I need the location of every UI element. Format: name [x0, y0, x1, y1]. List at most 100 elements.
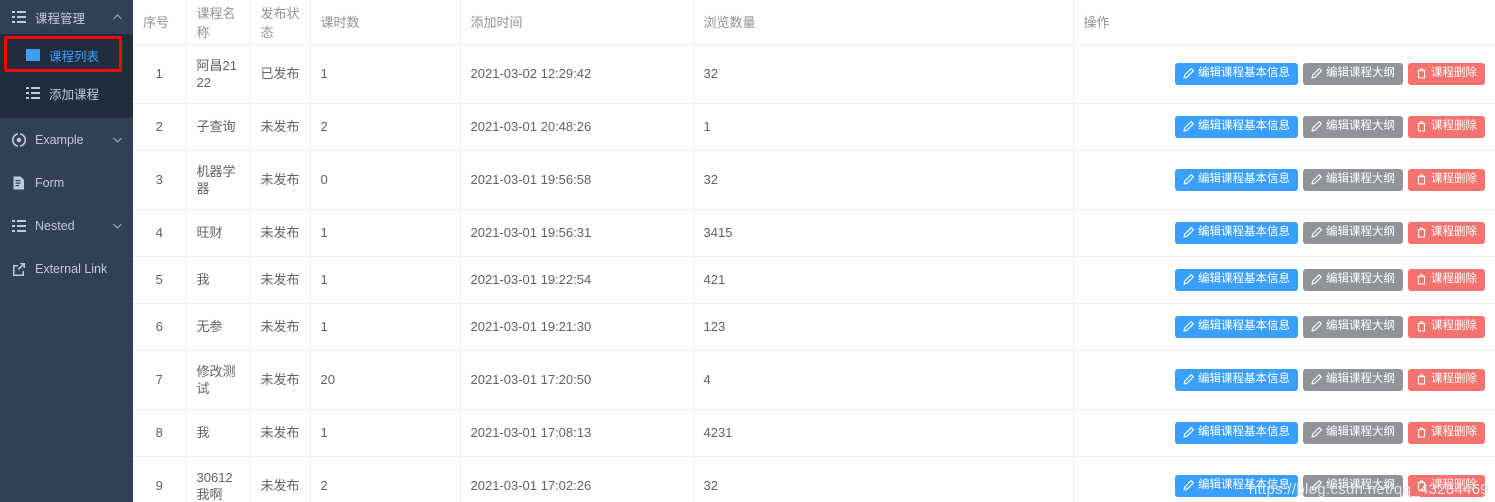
button-label: 编辑课程大纲 [1326, 319, 1395, 332]
table-row: 5 我未发布 1 2021-03-01 19:22:54 421 编辑课程基本信息 编辑课程… [133, 256, 1495, 304]
delete-course-button[interactable]: 课程删除 [1408, 421, 1485, 444]
edit-course-info-button[interactable]: 编辑课程基本信息 [1175, 168, 1298, 191]
button-label: 课程删除 [1431, 319, 1477, 332]
sidebar-item-add-course[interactable]: 添加课程 [0, 74, 133, 112]
edit-course-outline-button[interactable]: 编辑课程大纲 [1303, 62, 1403, 85]
edit-course-outline-button[interactable]: 编辑课程大纲 [1303, 368, 1403, 391]
button-label: 编辑课程基本信息 [1198, 119, 1290, 132]
cell-index: 4 [133, 209, 187, 257]
edit-course-outline-button[interactable]: 编辑课程大纲 [1303, 115, 1403, 138]
button-label: 编辑课程大纲 [1326, 425, 1395, 438]
table-grid-icon [26, 48, 40, 62]
pencil-icon [1311, 374, 1322, 385]
sidebar-group-course-management[interactable]: 课程管理 [0, 0, 133, 34]
chevron-up-icon[interactable] [112, 12, 123, 23]
edit-course-info-button[interactable]: 编辑课程基本信息 [1175, 115, 1298, 138]
delete-course-button[interactable]: 课程删除 [1408, 268, 1485, 291]
edit-course-outline-button[interactable]: 编辑课程大纲 [1303, 315, 1403, 338]
pencil-icon [1183, 68, 1194, 79]
column-header-index: 序号 [133, 0, 187, 45]
edit-course-outline-button[interactable]: 编辑课程大纲 [1303, 221, 1403, 244]
sidebar-item-label: Form [35, 175, 65, 190]
pencil-icon [1183, 174, 1194, 185]
edit-course-info-button[interactable]: 编辑课程基本信息 [1175, 268, 1298, 291]
cell-add-time: 2021-03-02 12:29:42 [460, 44, 694, 104]
column-header-hours: 课时数 [310, 0, 461, 45]
delete-course-button[interactable]: 课程删除 [1408, 474, 1485, 497]
table-row: 7 修改测试 未发布 20 2021-03-01 17:20:50 4 编辑课程基本信息 编辑… [133, 350, 1495, 410]
cell-lesson-count: 1 [310, 303, 461, 351]
cell-publish-state: 未发布 [250, 256, 311, 304]
button-label: 课程删除 [1431, 425, 1477, 438]
table-header-row: 序号 课程名称 发布状态 课时数 添加时间 浏览数量 操作 [133, 0, 1495, 45]
pencil-icon [1311, 174, 1322, 185]
pencil-icon [1183, 321, 1194, 332]
pencil-icon [1183, 427, 1194, 438]
cell-publish-state: 未发布 [250, 103, 311, 151]
edit-course-outline-button[interactable]: 编辑课程大纲 [1303, 268, 1403, 291]
table-row: 1 阿昌2122 已发布 1 2021-03-02 12:29:42 32 编辑课程基本信息… [133, 44, 1495, 104]
cell-operations: 编辑课程基本信息 编辑课程大纲 课程删除 [1073, 209, 1495, 257]
cell-lesson-count: 1 [310, 44, 461, 104]
cell-operations: 编辑课程基本信息 编辑课程大纲 课程删除 [1073, 44, 1495, 104]
sidebar-item-nested[interactable]: Nested [0, 204, 133, 247]
cell-add-time: 2021-03-01 19:22:54 [460, 256, 694, 304]
button-label: 编辑课程基本信息 [1198, 272, 1290, 285]
delete-course-button[interactable]: 课程删除 [1408, 62, 1485, 85]
pencil-icon [1311, 480, 1322, 491]
pencil-icon [1183, 480, 1194, 491]
cell-publish-state: 未发布 [250, 409, 311, 457]
cell-add-time: 2021-03-01 20:48:26 [460, 103, 694, 151]
table-row: 2 子查询 未发布 2 2021-03-01 20:48:26 1 编辑课程基本信息 编辑课程… [133, 103, 1495, 151]
chevron-down-icon[interactable] [112, 220, 123, 231]
button-label: 编辑课程大纲 [1326, 66, 1395, 79]
sidebar-item-external-link[interactable]: External Link [0, 247, 133, 290]
edit-course-outline-button[interactable]: 编辑课程大纲 [1303, 421, 1403, 444]
cell-course-name: 机器学器 [186, 150, 251, 210]
cell-add-time: 2021-03-01 19:21:30 [460, 303, 694, 351]
cell-add-time: 2021-03-01 17:08:13 [460, 409, 694, 457]
main-content: 序号 课程名称 发布状态 课时数 添加时间 浏览数量 操作 1 阿昌2122 已发布… [133, 0, 1495, 502]
sidebar-item-course-list[interactable]: 课程列表 [0, 36, 133, 74]
sidebar-item-label: 添加课程 [49, 87, 100, 102]
delete-course-button[interactable]: 课程删除 [1408, 315, 1485, 338]
edit-course-info-button[interactable]: 编辑课程基本信息 [1175, 221, 1298, 244]
cell-add-time: 2021-03-01 19:56:58 [460, 150, 694, 210]
cell-course-name: 无参 [186, 303, 251, 351]
trash-icon [1416, 274, 1427, 285]
cell-course-name: 30612我啊 [186, 456, 251, 502]
edit-course-info-button[interactable]: 编辑课程基本信息 [1175, 62, 1298, 85]
edit-course-info-button[interactable]: 编辑课程基本信息 [1175, 421, 1298, 444]
edit-course-info-button[interactable]: 编辑课程基本信息 [1175, 474, 1298, 497]
button-label: 课程删除 [1431, 478, 1477, 491]
edit-course-info-button[interactable]: 编辑课程基本信息 [1175, 315, 1298, 338]
cell-view-count: 3415 [693, 209, 1074, 257]
cell-course-name: 旺财 [186, 209, 251, 257]
delete-course-button[interactable]: 课程删除 [1408, 168, 1485, 191]
delete-course-button[interactable]: 课程删除 [1408, 221, 1485, 244]
pencil-icon [1183, 121, 1194, 132]
cell-operations: 编辑课程基本信息 编辑课程大纲 课程删除 [1073, 456, 1495, 502]
button-label: 编辑课程大纲 [1326, 372, 1395, 385]
table-body: 1 阿昌2122 已发布 1 2021-03-02 12:29:42 32 编辑课程基本信息… [133, 44, 1495, 502]
cell-add-time: 2021-03-01 17:02:26 [460, 456, 694, 502]
table-header: 序号 课程名称 发布状态 课时数 添加时间 浏览数量 操作 [133, 0, 1495, 45]
sidebar-item-label: Example [35, 132, 84, 147]
edit-course-outline-button[interactable]: 编辑课程大纲 [1303, 474, 1403, 497]
compass-icon [12, 132, 26, 147]
pencil-icon [1311, 427, 1322, 438]
sidebar-item-form[interactable]: Form [0, 161, 133, 204]
cell-view-count: 32 [693, 44, 1074, 104]
delete-course-button[interactable]: 课程删除 [1408, 368, 1485, 391]
cell-index: 7 [133, 350, 187, 410]
cell-course-name: 修改测试 [186, 350, 251, 410]
cell-course-name: 我 [186, 256, 251, 304]
cell-index: 5 [133, 256, 187, 304]
delete-course-button[interactable]: 课程删除 [1408, 115, 1485, 138]
button-label: 编辑课程基本信息 [1198, 372, 1290, 385]
sidebar-item-example[interactable]: Example [0, 118, 133, 161]
edit-course-info-button[interactable]: 编辑课程基本信息 [1175, 368, 1298, 391]
chevron-down-icon[interactable] [112, 134, 123, 145]
edit-course-outline-button[interactable]: 编辑课程大纲 [1303, 168, 1403, 191]
cell-operations: 编辑课程基本信息 编辑课程大纲 课程删除 [1073, 150, 1495, 210]
